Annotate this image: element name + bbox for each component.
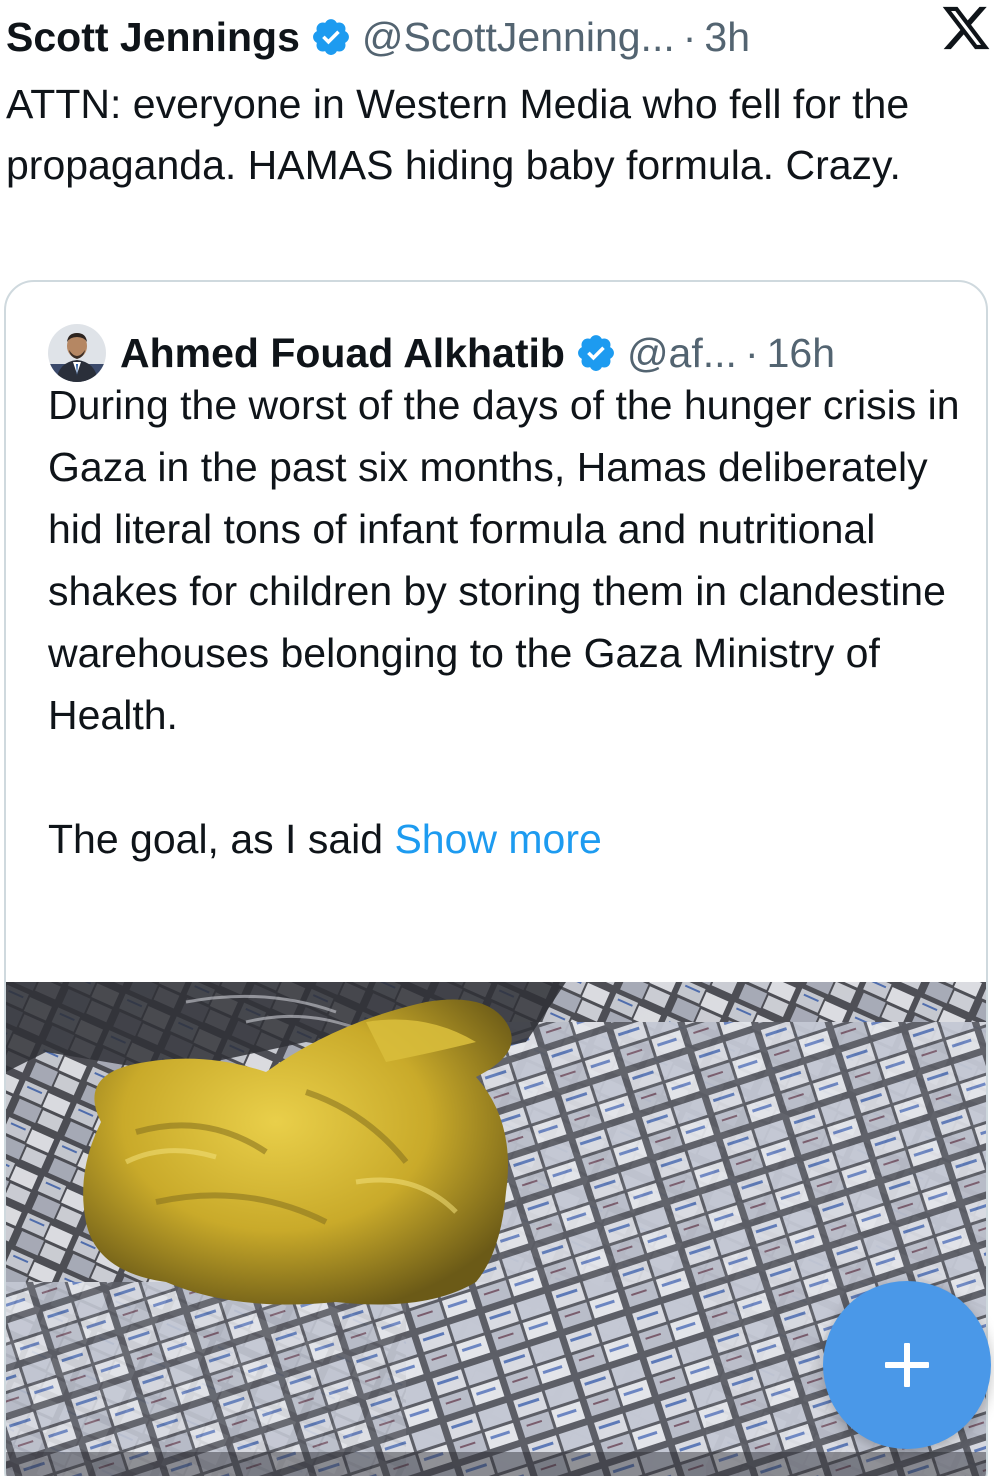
author-name[interactable]: Scott Jennings: [6, 14, 300, 61]
show-more-link[interactable]: Show more: [394, 816, 601, 862]
x-logo-icon[interactable]: [940, 2, 992, 54]
quoted-tweet-text: During the worst of the days of the hung…: [48, 374, 978, 870]
compose-button[interactable]: [823, 1281, 991, 1449]
verified-badge-icon: [312, 19, 349, 55]
quoted-author-handle[interactable]: @af...: [627, 330, 737, 377]
separator-dot: ·: [744, 329, 759, 376]
quoted-tweet-card[interactable]: Ahmed Fouad Alkhatib @af... · 16h During…: [4, 280, 988, 1476]
verified-badge-icon: [578, 335, 614, 371]
quoted-text-truncated: The goal, as I said: [48, 816, 384, 862]
quoted-tweet-time[interactable]: 16h: [767, 330, 835, 377]
tweet-header: Scott Jennings @ScottJenning... · 3h: [6, 8, 986, 66]
author-handle[interactable]: @ScottJenning...: [362, 14, 675, 61]
tweet-time[interactable]: 3h: [704, 14, 750, 61]
separator-dot: ·: [682, 13, 697, 60]
quoted-text-paragraph: The goal, as I said Show more: [48, 808, 978, 870]
tweet-text: ATTN: everyone in Western Media who fell…: [6, 81, 910, 188]
quoted-text-paragraph: During the worst of the days of the hung…: [48, 382, 960, 738]
plus-icon: [885, 1343, 929, 1387]
quoted-author-name[interactable]: Ahmed Fouad Alkhatib: [120, 330, 565, 377]
